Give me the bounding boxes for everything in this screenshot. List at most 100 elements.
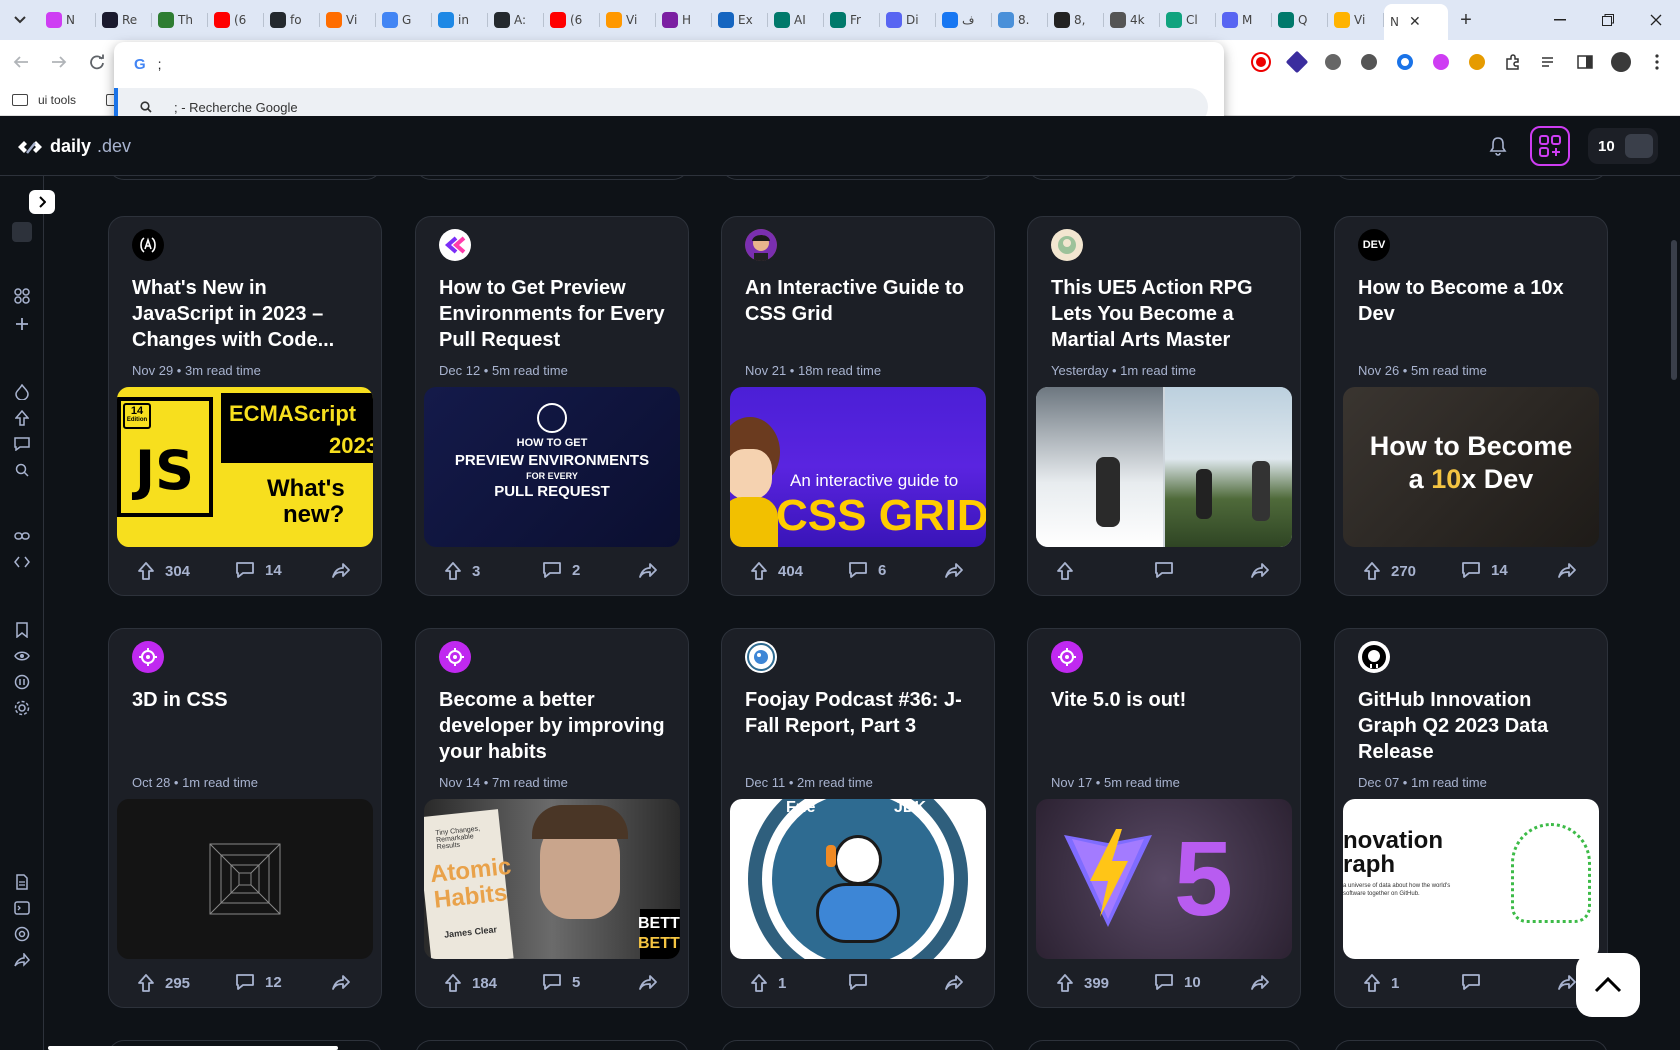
tab-item[interactable]: H [656,4,712,36]
tab-item[interactable]: 8. [992,4,1048,36]
vertical-scrollbar[interactable] [1671,240,1677,380]
source-avatar[interactable] [439,641,471,673]
apps-button[interactable] [1530,126,1570,166]
share-button[interactable] [638,973,658,991]
reload-button[interactable] [80,45,114,79]
sidebar-item-discussed[interactable] [12,434,32,454]
source-avatar[interactable] [745,229,777,261]
sidebar-item-submit-link[interactable] [12,526,32,546]
article-title[interactable]: Vite 5.0 is out! [1051,687,1279,713]
source-avatar[interactable] [439,229,471,261]
article-card[interactable]: How to Get Preview Environments for Ever… [415,216,689,596]
comment-button[interactable]: 2 [542,561,580,579]
upvote-button[interactable]: 399 [1056,973,1109,993]
sidebar-item-popular[interactable] [12,382,32,402]
upvote-button[interactable]: 3 [444,561,480,581]
tab-item[interactable]: (6 [208,4,264,36]
article-card[interactable]: Foojay Podcast #36: J-Fall Report, Part … [721,628,995,1008]
extension-feather-icon[interactable] [1354,47,1384,77]
tab-item[interactable]: Vi [600,4,656,36]
horizontal-scrollbar[interactable] [48,1046,338,1050]
share-button[interactable] [638,561,658,579]
article-title[interactable]: GitHub Innovation Graph Q2 2023 Data Rel… [1358,687,1586,765]
comment-button[interactable]: 5 [542,973,580,991]
share-button[interactable] [944,561,964,579]
close-window-button[interactable] [1632,0,1680,40]
sidebar-item-history[interactable] [12,646,32,666]
source-avatar[interactable] [745,641,777,673]
sidebar-item-changelog[interactable] [12,898,32,918]
comment-button[interactable]: 14 [235,561,282,579]
article-title[interactable]: How to Get Preview Environments for Ever… [439,275,667,353]
side-panel-icon[interactable] [1570,47,1600,77]
source-avatar[interactable] [1358,641,1390,673]
tab-item[interactable]: (6 [544,4,600,36]
article-card[interactable]: 3D in CSS Oct 28 • 1m read time 295 12 [108,628,382,1008]
omnibox-text[interactable]: ; [158,56,162,72]
article-card[interactable]: What's New in JavaScript in 2023 – Chang… [108,216,382,596]
browser-menu-button[interactable] [1642,47,1672,77]
my-feed-icon[interactable] [12,222,32,242]
sidebar-item-settings[interactable] [12,698,32,718]
tab-item[interactable]: Di [880,4,936,36]
close-tab-icon[interactable]: ✕ [1409,14,1421,30]
sidebar-item-most-upvoted[interactable] [12,408,32,428]
daily-dev-logo[interactable]: daily .dev [16,136,131,157]
article-card[interactable]: Become a better developer by improving y… [415,628,689,1008]
upvote-button[interactable]: 184 [444,973,497,993]
upvote-button[interactable]: 404 [750,561,803,581]
tab-item[interactable]: Re [96,4,152,36]
sidebar-item-dev-card[interactable] [12,552,32,572]
comment-button[interactable]: 12 [235,973,282,991]
article-card[interactable]: GitHub Innovation Graph Q2 2023 Data Rel… [1334,628,1608,1008]
upvote-button[interactable] [1056,561,1084,581]
upvote-button[interactable]: 295 [137,973,190,993]
article-title[interactable]: Foojay Podcast #36: J-Fall Report, Part … [745,687,973,739]
article-title[interactable]: 3D in CSS [132,687,360,713]
comment-button[interactable]: 14 [1461,561,1508,579]
profile-reputation-button[interactable]: 10 [1588,128,1658,164]
source-avatar[interactable] [132,229,164,261]
upvote-button[interactable]: 304 [137,561,190,581]
article-title[interactable]: This UE5 Action RPG Lets You Become a Ma… [1051,275,1279,353]
share-button[interactable] [944,973,964,991]
share-button[interactable] [1250,561,1270,579]
share-button[interactable] [1557,561,1577,579]
comment-button[interactable]: 10 [1154,973,1201,991]
article-card[interactable]: DEV How to Become a 10x Dev Nov 26 • 5m re… [1334,216,1608,596]
restore-button[interactable] [1584,0,1632,40]
sidebar-item-feedback[interactable] [12,924,32,944]
comment-button[interactable] [1154,561,1184,579]
tab-item[interactable]: Fr [824,4,880,36]
sidebar-item-activity[interactable] [12,672,32,692]
extension-eye-icon[interactable] [1246,47,1276,77]
tab-item[interactable]: ف [936,4,992,36]
upvote-button[interactable]: 1 [1363,973,1399,993]
share-button[interactable] [331,561,351,579]
extension-diamond-icon[interactable] [1282,47,1312,77]
tab-item[interactable]: Q [1272,4,1328,36]
tab-item[interactable]: Vi [320,4,376,36]
extension-gear-icon[interactable] [1318,47,1348,77]
sidebar-item-bookmarks[interactable] [12,620,32,640]
tab-item[interactable]: G [376,4,432,36]
tab-item[interactable]: N [40,4,96,36]
tab-active[interactable]: N ✕ [1384,4,1448,40]
sidebar-item-search[interactable] [12,460,32,480]
extension-dailydev-icon[interactable] [1426,47,1456,77]
omnibox-input[interactable]: G ; [134,54,162,74]
tab-item[interactable]: Vi [1328,4,1384,36]
share-button[interactable] [1250,973,1270,991]
article-card[interactable]: Vite 5.0 is out! Nov 17 • 5m read time 5 39… [1027,628,1301,1008]
extension-target-icon[interactable] [1390,47,1420,77]
back-button[interactable] [4,45,38,79]
source-avatar[interactable] [132,641,164,673]
comment-button[interactable] [848,973,878,991]
upvote-button[interactable]: 1 [750,973,786,993]
bookmark-ui-tools[interactable]: ui tools [38,93,76,107]
tab-item[interactable]: 4k [1104,4,1160,36]
comment-button[interactable] [1461,973,1491,991]
minimize-button[interactable] [1536,0,1584,40]
tab-item[interactable]: A: [488,4,544,36]
profile-avatar[interactable] [1606,47,1636,77]
